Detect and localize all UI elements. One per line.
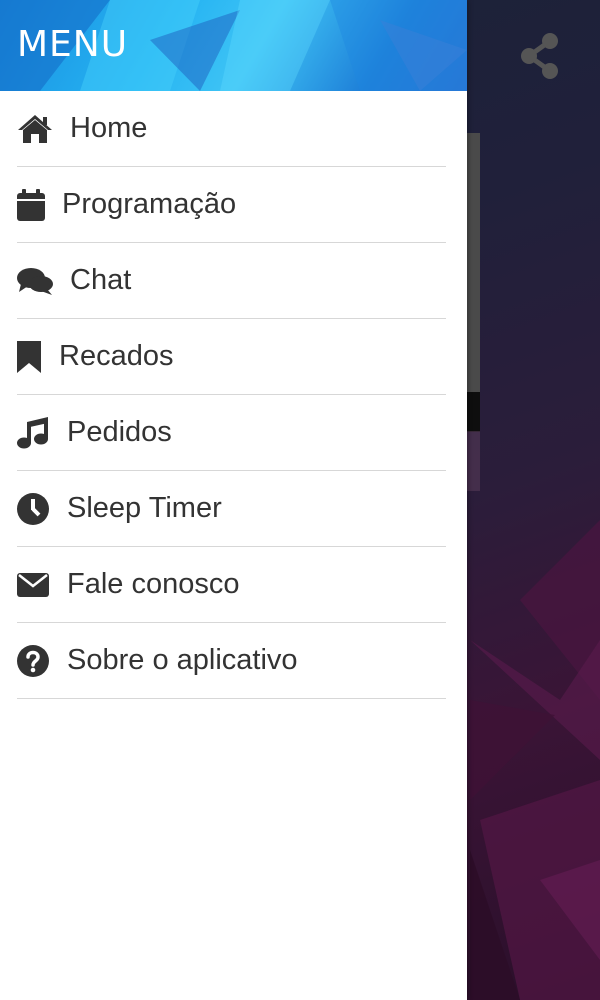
menu-item-pedidos[interactable]: Pedidos	[17, 395, 446, 471]
menu-item-home[interactable]: Home	[17, 91, 446, 167]
music-note-icon	[17, 416, 67, 449]
menu-item-label: Sobre o aplicativo	[67, 644, 298, 676]
calendar-icon	[17, 188, 62, 221]
menu-item-label: Recados	[59, 340, 174, 372]
clock-icon	[17, 492, 67, 525]
share-button[interactable]	[518, 32, 570, 84]
menu-item-sleep-timer[interactable]: Sleep Timer	[17, 471, 446, 547]
menu-item-label: Fale conosco	[67, 568, 240, 600]
navigation-drawer: MENU Home Programação Chat Recados Pedid…	[0, 0, 467, 1000]
menu-item-programacao[interactable]: Programação	[17, 167, 446, 243]
menu-item-fale-conosco[interactable]: Fale conosco	[17, 547, 446, 623]
question-circle-icon	[17, 644, 67, 677]
menu-item-sobre[interactable]: Sobre o aplicativo	[17, 623, 446, 699]
share-icon	[521, 33, 558, 79]
menu-list: Home Programação Chat Recados Pedidos Sl…	[0, 91, 467, 699]
menu-item-label: Sleep Timer	[67, 492, 222, 524]
envelope-icon	[17, 572, 67, 597]
menu-item-label: Programação	[62, 188, 237, 220]
drawer-header: MENU	[0, 0, 467, 91]
menu-item-label: Pedidos	[67, 416, 172, 448]
drawer-title: MENU	[17, 24, 129, 65]
home-icon	[17, 114, 70, 144]
bookmark-icon	[17, 340, 59, 373]
menu-item-chat[interactable]: Chat	[17, 243, 446, 319]
menu-item-label: Home	[70, 112, 148, 144]
menu-item-recados[interactable]: Recados	[17, 319, 446, 395]
menu-item-label: Chat	[70, 264, 132, 296]
chat-icon	[17, 267, 70, 295]
